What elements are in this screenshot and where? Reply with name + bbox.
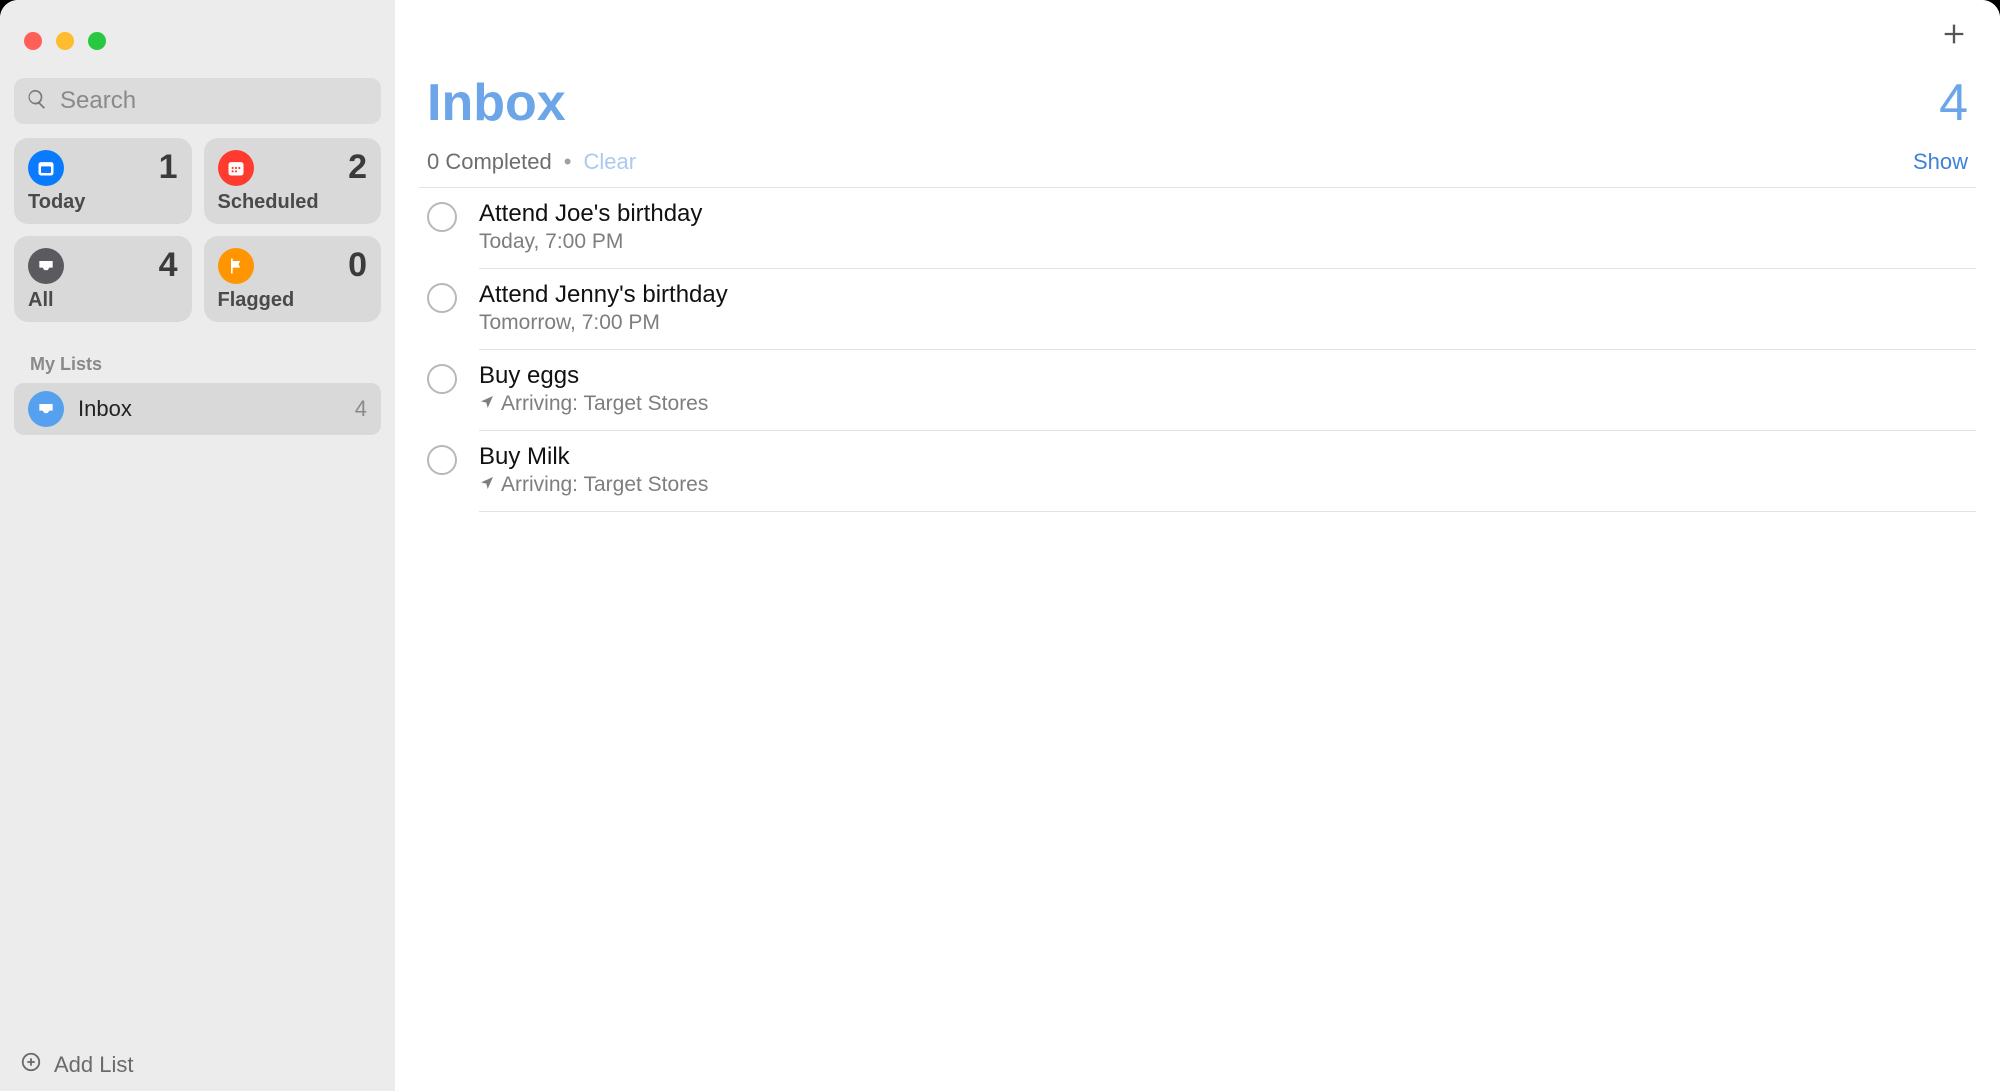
location-arrow-icon xyxy=(479,473,495,497)
plus-circle-icon xyxy=(20,1051,42,1079)
inbox-list-icon xyxy=(28,391,64,427)
completed-bar: 0 Completed • Clear Show xyxy=(419,133,1976,187)
reminder-subtitle: Tomorrow, 7:00 PM xyxy=(479,311,1976,335)
reminder-title: Buy Milk xyxy=(479,443,1976,471)
smart-list-flagged-label: Flagged xyxy=(218,289,368,312)
smart-list-flagged[interactable]: 0 Flagged xyxy=(204,236,382,322)
add-list-label: Add List xyxy=(54,1052,134,1078)
search-icon xyxy=(26,88,48,115)
calendar-icon xyxy=(218,150,254,186)
clear-completed-button[interactable]: Clear xyxy=(583,149,636,175)
window-close-button[interactable] xyxy=(24,32,42,50)
sidebar-list-inbox-name: Inbox xyxy=(78,396,341,422)
list-title: Inbox xyxy=(427,73,566,133)
sidebar-list-inbox[interactable]: Inbox 4 xyxy=(14,383,381,435)
window-minimize-button[interactable] xyxy=(56,32,74,50)
reminder-row[interactable]: Attend Joe's birthday Today, 7:00 PM xyxy=(427,188,1976,269)
sidebar-list-inbox-count: 4 xyxy=(355,396,367,422)
list-count: 4 xyxy=(1939,73,1968,133)
reminder-row[interactable]: Attend Jenny's birthday Tomorrow, 7:00 P… xyxy=(427,269,1976,350)
reminder-title: Attend Joe's birthday xyxy=(479,200,1976,228)
search-field[interactable] xyxy=(14,78,381,124)
reminder-title: Buy eggs xyxy=(479,362,1976,390)
reminder-checkbox[interactable] xyxy=(427,445,457,475)
smart-list-all-label: All xyxy=(28,289,178,312)
smart-list-scheduled-count: 2 xyxy=(348,148,367,187)
reminders-list: Attend Joe's birthday Today, 7:00 PM Att… xyxy=(419,188,1976,512)
reminder-row[interactable]: Buy Milk Arriving: Target Stores xyxy=(427,431,1976,512)
reminder-checkbox[interactable] xyxy=(427,283,457,313)
main-pane: Inbox 4 0 Completed • Clear Show Attend … xyxy=(395,0,2000,1091)
reminder-checkbox[interactable] xyxy=(427,364,457,394)
smart-list-all-count: 4 xyxy=(159,246,178,285)
window-zoom-button[interactable] xyxy=(88,32,106,50)
smart-list-scheduled[interactable]: 2 Scheduled xyxy=(204,138,382,224)
location-arrow-icon xyxy=(479,392,495,416)
add-reminder-button[interactable] xyxy=(1940,20,1968,53)
show-completed-button[interactable]: Show xyxy=(1913,149,1968,175)
completed-count-label: 0 Completed xyxy=(427,149,552,175)
window-controls xyxy=(14,18,381,78)
toolbar xyxy=(419,0,1976,53)
tray-icon xyxy=(28,248,64,284)
smart-list-today-count: 1 xyxy=(159,148,178,187)
reminder-subtitle: Arriving: Target Stores xyxy=(479,473,1976,497)
calendar-today-icon xyxy=(28,150,64,186)
smart-list-scheduled-label: Scheduled xyxy=(218,191,368,214)
smart-list-today[interactable]: 1 Today xyxy=(14,138,192,224)
my-lists-header: My Lists xyxy=(14,346,381,383)
reminder-subtitle: Today, 7:00 PM xyxy=(479,230,1976,254)
sidebar: 1 Today 2 Scheduled 4 xyxy=(0,0,395,1091)
reminder-title: Attend Jenny's birthday xyxy=(479,281,1976,309)
smart-list-today-label: Today xyxy=(28,191,178,214)
reminder-subtitle: Arriving: Target Stores xyxy=(479,392,1976,416)
add-list-button[interactable]: Add List xyxy=(14,1039,381,1081)
separator-dot: • xyxy=(564,149,572,175)
reminder-row[interactable]: Buy eggs Arriving: Target Stores xyxy=(427,350,1976,431)
flag-icon xyxy=(218,248,254,284)
smart-list-flagged-count: 0 xyxy=(348,246,367,285)
search-input[interactable] xyxy=(58,86,369,116)
app-window: 1 Today 2 Scheduled 4 xyxy=(0,0,2000,1091)
smart-list-cards: 1 Today 2 Scheduled 4 xyxy=(14,138,381,322)
smart-list-all[interactable]: 4 All xyxy=(14,236,192,322)
reminder-checkbox[interactable] xyxy=(427,202,457,232)
list-header: Inbox 4 xyxy=(419,53,1976,133)
